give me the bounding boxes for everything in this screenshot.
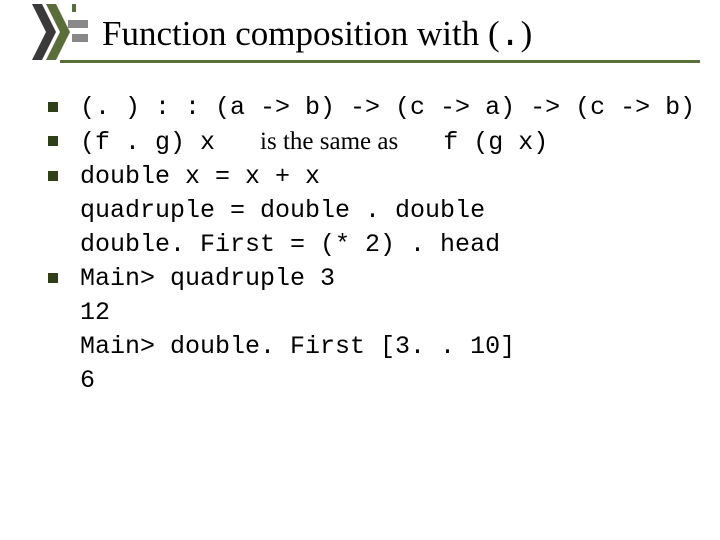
body-line: double. First = (* 2) . head bbox=[48, 229, 688, 261]
title-region: Function composition with (.) bbox=[0, 0, 720, 70]
title-underline bbox=[60, 60, 700, 63]
line-content: (f . g) x is the same as f (g x) bbox=[80, 126, 548, 159]
haskell-logo-icon bbox=[28, 4, 88, 60]
title-dot: . bbox=[500, 16, 521, 56]
text-segment: 6 bbox=[80, 366, 95, 395]
slide-title: Function composition with (.) bbox=[102, 14, 532, 56]
square-bullet-icon bbox=[48, 102, 58, 112]
line-content: quadruple = double . double bbox=[80, 195, 485, 227]
text-segment: f (g x) bbox=[398, 128, 548, 157]
body-line: Main> quadruple 3 bbox=[48, 263, 688, 295]
line-content: double x = x + x bbox=[80, 161, 320, 193]
line-content: double. First = (* 2) . head bbox=[80, 229, 500, 261]
body-line: quadruple = double . double bbox=[48, 195, 688, 227]
line-content: 12 bbox=[80, 297, 110, 329]
text-segment: Main> quadruple 3 bbox=[80, 264, 335, 293]
square-bullet-icon bbox=[48, 273, 58, 283]
slide-body: (. ) : : (a -> b) -> (c -> a) -> (c -> b… bbox=[48, 92, 688, 399]
body-line: (f . g) x is the same as f (g x) bbox=[48, 126, 688, 159]
text-segment: is the same as bbox=[260, 128, 398, 155]
text-segment: Main> double. First [3. . 10] bbox=[80, 332, 515, 361]
body-line: 12 bbox=[48, 297, 688, 329]
body-line: Main> double. First [3. . 10] bbox=[48, 331, 688, 363]
text-segment: double x = x + x bbox=[80, 162, 320, 191]
slide: Function composition with (.) (. ) : : (… bbox=[0, 0, 720, 540]
text-segment: (f . g) x bbox=[80, 128, 260, 157]
body-line: 6 bbox=[48, 365, 688, 397]
body-line: double x = x + x bbox=[48, 161, 688, 193]
square-bullet-icon bbox=[48, 136, 58, 146]
line-content: (. ) : : (a -> b) -> (c -> a) -> (c -> b… bbox=[80, 92, 695, 124]
text-segment: 12 bbox=[80, 298, 110, 327]
title-suffix: ) bbox=[521, 14, 533, 53]
square-bullet-icon bbox=[48, 171, 58, 181]
text-segment: double. First = (* 2) . head bbox=[80, 230, 500, 259]
title-prefix: Function composition with ( bbox=[102, 14, 500, 53]
text-segment: quadruple = double . double bbox=[80, 196, 485, 225]
line-content: 6 bbox=[80, 365, 95, 397]
body-line: (. ) : : (a -> b) -> (c -> a) -> (c -> b… bbox=[48, 92, 688, 124]
line-content: Main> quadruple 3 bbox=[80, 263, 335, 295]
text-segment: (. ) : : (a -> b) -> (c -> a) -> (c -> b… bbox=[80, 93, 695, 122]
line-content: Main> double. First [3. . 10] bbox=[80, 331, 515, 363]
